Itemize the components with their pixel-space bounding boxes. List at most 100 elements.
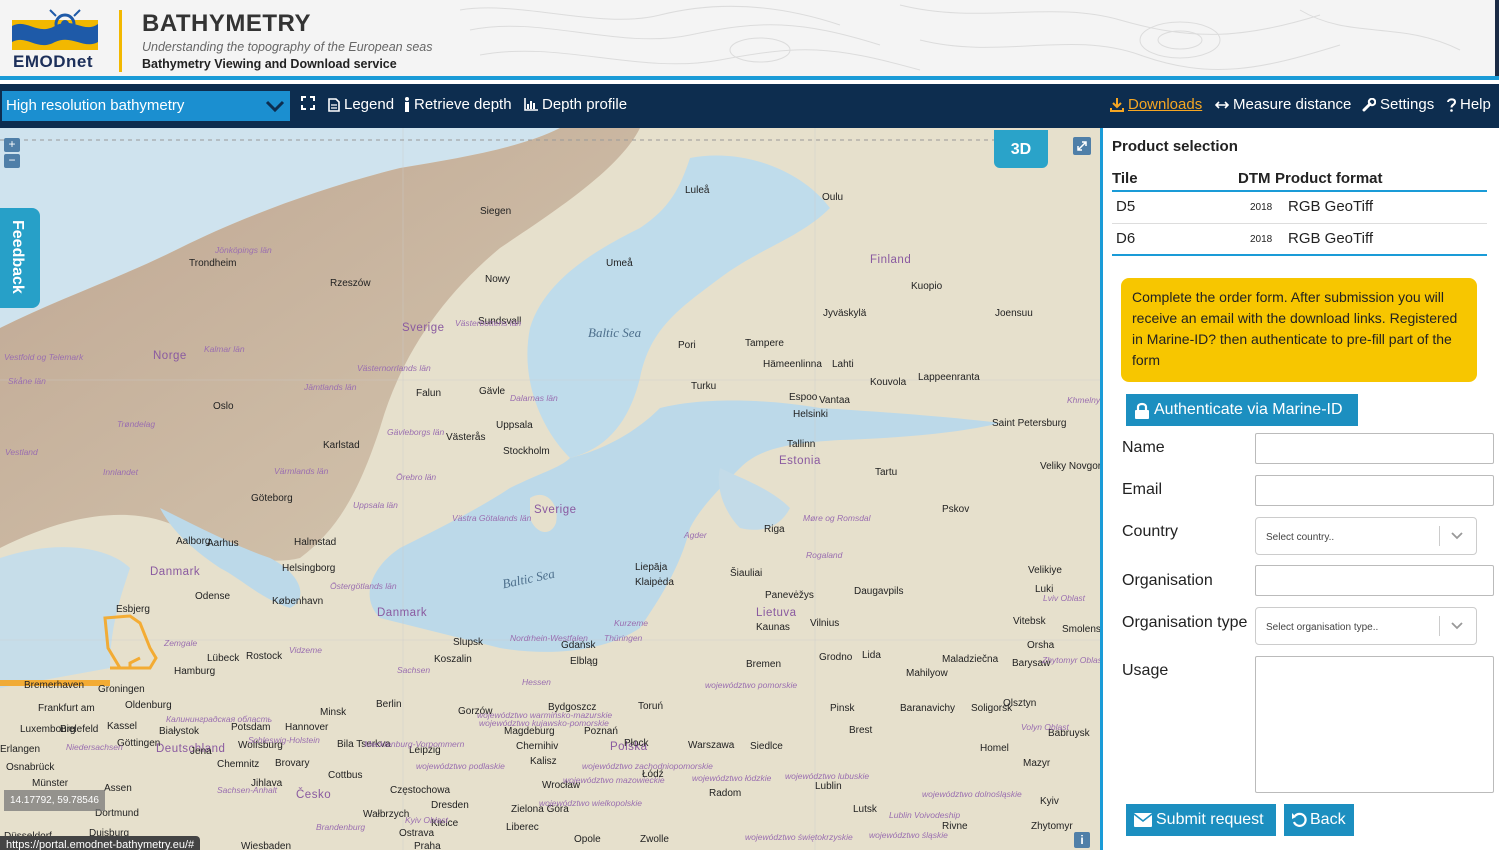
depth-profile-label: Depth profile	[542, 96, 628, 113]
question-icon	[1447, 97, 1456, 112]
map-label-city: Falun	[416, 388, 442, 399]
logo-icon	[12, 9, 98, 50]
download-panel: Product selection Tile DTM Product forma…	[1103, 128, 1499, 850]
map-label-city: Göteborg	[251, 493, 293, 504]
map-label-city: Jyväskylä	[823, 308, 867, 319]
3d-button[interactable]: 3D	[994, 130, 1048, 168]
map-label-country: Lietuva	[756, 607, 797, 619]
downloads-button[interactable]: Downloads	[1110, 96, 1202, 113]
product-selection-title: Product selection	[1112, 138, 1238, 155]
map-label-city: Soligorsk	[971, 703, 1013, 714]
back-button[interactable]: Back	[1284, 804, 1354, 836]
map-label-region: Lviv Oblast	[1043, 593, 1086, 603]
layer-select[interactable]: High resolution bathymetry	[2, 91, 290, 121]
map-label-country: Finland	[870, 254, 912, 266]
feedback-tab[interactable]: Feedback	[0, 208, 40, 308]
zoom-out-button[interactable]: −	[4, 154, 20, 168]
map-label-region: Sachsen-Anhalt	[217, 785, 278, 795]
map-label-city: Hamburg	[174, 666, 216, 677]
map-label-country: Danmark	[150, 566, 201, 578]
map-label-region: Zhytomyr Oblast	[1042, 655, 1100, 665]
map-label-city: Tartu	[875, 467, 898, 478]
map-label-region: województwo pomorskie	[705, 680, 798, 690]
map-label-city: Slupsk	[453, 637, 484, 648]
map-label-region: Kyiv Oblast	[405, 815, 448, 825]
submit-request-button[interactable]: Submit request	[1126, 804, 1276, 836]
map-label-city: Siegen	[480, 206, 512, 217]
year-cell: 2018	[1250, 234, 1273, 245]
usage-textarea[interactable]	[1255, 656, 1494, 793]
map-info-button[interactable]: i	[1074, 832, 1090, 848]
chevron-down-icon	[1451, 532, 1463, 540]
map-label-region: Volyn Oblast	[1021, 722, 1069, 732]
map-label-city: Rzeszów	[330, 278, 371, 289]
map-label-city: Opole	[574, 834, 601, 845]
col-dtm: DTM	[1238, 170, 1271, 187]
organisation-label: Organisation	[1122, 572, 1213, 589]
map-label-city: Joensuu	[995, 308, 1033, 319]
retrieve-depth-button[interactable]: Retrieve depth	[404, 96, 512, 113]
table-header: Tile DTM Product format	[1112, 170, 1487, 192]
table-row[interactable]: D5 2018 RGB GeoTiff	[1112, 192, 1487, 224]
map-label-city: Zwolle	[640, 834, 669, 845]
map-label-city: Hannover	[285, 722, 329, 733]
map-label-city: Maladziečna	[942, 654, 999, 665]
map-label-city: Kyiv	[1040, 796, 1059, 807]
map-label-region: województwo łódzkie	[692, 773, 772, 783]
organisation-field[interactable]	[1255, 565, 1494, 596]
map-label-city: Luxembourg	[20, 724, 76, 735]
download-icon	[1110, 97, 1124, 112]
country-label: Country	[1122, 523, 1179, 540]
map-label-region: Møre og Romsdal	[803, 513, 871, 523]
map-label-region: województwo śląskie	[869, 830, 948, 840]
map-label-city: Płock	[624, 738, 649, 749]
map-label-city: Brovary	[275, 758, 310, 769]
map-view[interactable]: Norge Sverige Finland Estonia Danmark Danmark…	[0, 128, 1100, 850]
name-label: Name	[1122, 439, 1165, 456]
map-label-city: Uppsala	[496, 420, 533, 431]
help-button[interactable]: Help	[1447, 96, 1491, 113]
map-label-region: Калининградская область	[166, 714, 273, 724]
map-label-city: Münster	[32, 778, 69, 789]
map-label-country: Norge	[153, 350, 187, 362]
map-label-region: Vestland	[5, 447, 38, 457]
map-label-region: Vestfold og Telemark	[4, 352, 84, 362]
map-label-city: Bremen	[746, 659, 782, 670]
settings-button[interactable]: Settings	[1362, 96, 1434, 113]
map-label-region: Gävleborgs län	[387, 427, 445, 437]
email-field[interactable]	[1255, 475, 1494, 506]
country-select[interactable]: Select country..	[1255, 517, 1477, 555]
chevron-down-icon	[1451, 622, 1463, 630]
map-label-region: Östergötlands län	[330, 581, 397, 591]
depth-profile-button[interactable]: Depth profile	[524, 96, 627, 113]
name-field[interactable]	[1255, 433, 1494, 464]
map-label-city: Radom	[709, 788, 742, 799]
map-label-city: Elbląg	[570, 656, 598, 667]
map-label-city: Kassel	[107, 721, 138, 732]
map-label-city: Jena	[190, 746, 212, 757]
zoom-in-button[interactable]: +	[4, 138, 20, 152]
map-label-country: Sverige	[534, 504, 577, 516]
map-label-city: Mazyr	[1023, 758, 1051, 769]
measure-distance-button[interactable]: Measure distance	[1215, 96, 1351, 113]
map-label-region: Kalmar län	[204, 344, 245, 354]
map-label-city: Riga	[764, 524, 785, 535]
map-label-city: Luleå	[685, 185, 710, 196]
table-row[interactable]: D6 2018 RGB GeoTiff	[1112, 224, 1487, 256]
map-label-city: Oslo	[213, 401, 234, 412]
map-label-city: Kaunas	[756, 622, 790, 633]
usage-label: Usage	[1122, 662, 1169, 679]
submit-request-label: Submit request	[1156, 811, 1264, 828]
expand-map-button[interactable]	[1073, 137, 1091, 155]
map-label-region: Hessen	[522, 677, 551, 687]
map-label-city: Helsingborg	[282, 563, 336, 574]
map-label-city: Osnabrück	[6, 762, 55, 773]
map-label-city: Esbjerg	[116, 604, 150, 615]
map-label-city: Frankfurt am	[38, 703, 95, 714]
authenticate-button[interactable]: Authenticate via Marine-ID	[1126, 394, 1358, 426]
fullscreen-button[interactable]	[301, 96, 315, 110]
map-label-city: Erlangen	[0, 744, 41, 755]
legend-button[interactable]: Legend	[328, 96, 394, 113]
map-label-city: Grodno	[819, 652, 853, 663]
organisation-type-select[interactable]: Select organisation type..	[1255, 607, 1477, 645]
